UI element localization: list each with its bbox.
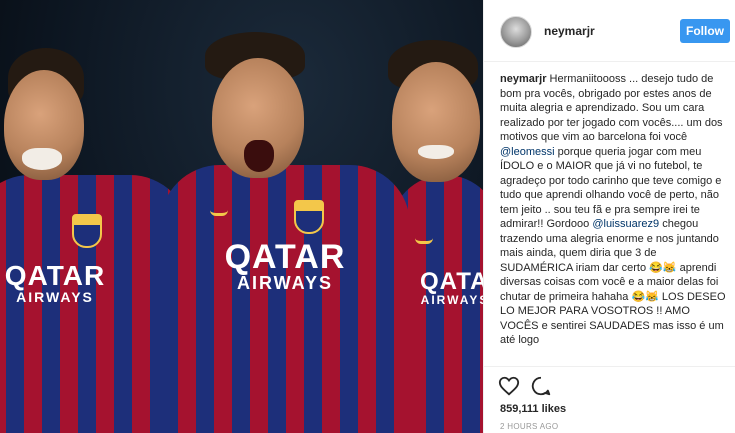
player-left-sponsor: QATAR AIRWAYS	[4, 260, 106, 305]
post-actions: 859,111 likes 2 HOURS AGO	[484, 366, 735, 433]
post-sidebar: neymarjr Follow neymarjr Hermaniitoooss …	[483, 0, 735, 433]
mention-link-leomessi[interactable]: @leomessi	[500, 146, 555, 158]
barcelona-crest-icon	[294, 200, 324, 234]
comment-icon[interactable]	[530, 375, 552, 397]
avatar[interactable]	[500, 16, 532, 48]
mention-link-luissuarez9[interactable]: @luissuarez9	[592, 218, 659, 230]
player-center-mouth	[244, 140, 274, 172]
player-right-sponsor: QATAR AIRWAYS	[420, 268, 483, 307]
player-center-jersey	[160, 165, 410, 433]
barcelona-crest-icon	[72, 214, 102, 248]
player-left-smile	[22, 148, 62, 170]
post-header: neymarjr Follow	[484, 0, 735, 62]
caption-username[interactable]: neymarjr	[500, 73, 546, 85]
heart-icon[interactable]	[498, 375, 520, 397]
caption-text-3: chegou trazendo uma alegria enorme e nos…	[500, 218, 726, 346]
post-timestamp[interactable]: 2 HOURS AGO	[500, 422, 558, 431]
follow-button[interactable]: Follow	[680, 19, 730, 43]
player-center-sponsor: QATAR AIRWAYS	[224, 238, 346, 293]
player-right-face	[392, 62, 480, 182]
likes-count[interactable]: 859,111 likes	[500, 403, 566, 415]
post-photo[interactable]: QATAR AIRWAYS QATAR AIRWAYS QATAR AIRWAY…	[0, 0, 483, 433]
post-caption: neymarjr Hermaniitoooss ... desejo tudo …	[500, 72, 728, 366]
player-right-smile	[418, 145, 454, 159]
username-link[interactable]: neymarjr	[544, 24, 595, 38]
